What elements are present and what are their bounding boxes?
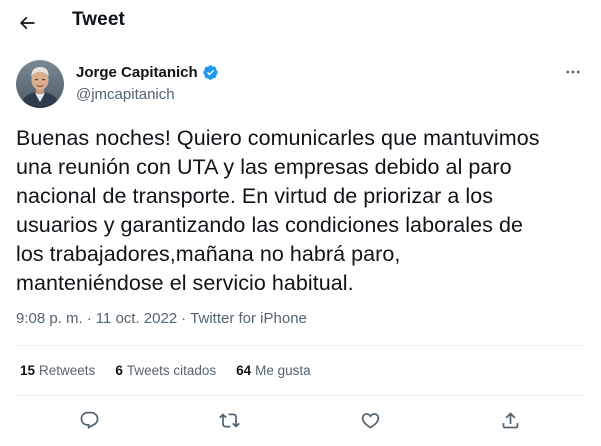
retweets-stat[interactable]: 15 Retweets	[20, 363, 95, 378]
quote-tweets-stat[interactable]: 6 Tweets citados	[115, 363, 216, 378]
top-header: Tweet	[0, 0, 601, 45]
tweet-date[interactable]: 11 oct. 2022	[96, 310, 177, 327]
retweet-button[interactable]	[214, 405, 244, 435]
verified-badge-icon	[202, 64, 219, 81]
divider	[16, 345, 585, 346]
heart-icon	[361, 412, 379, 429]
quote-tweets-label: Tweets citados	[126, 363, 217, 378]
author-handle[interactable]: @jmcapitanich	[76, 86, 175, 103]
author-name-row[interactable]: Jorge Capitanich	[76, 64, 219, 81]
more-options-button[interactable]	[561, 60, 585, 84]
reply-button[interactable]	[74, 405, 104, 435]
avatar[interactable]	[16, 60, 64, 108]
reply-icon	[80, 411, 98, 429]
likes-stat[interactable]: 64 Me gusta	[236, 363, 311, 378]
retweet-icon	[218, 412, 240, 428]
share-icon	[502, 411, 518, 428]
page-title: Tweet	[72, 9, 125, 30]
tweet-text: Buenas noches! Quiero comunicarles que m…	[16, 126, 540, 295]
quote-tweets-count: 6	[115, 363, 123, 378]
more-horizontal-icon	[566, 70, 580, 74]
back-button[interactable]	[10, 6, 44, 40]
share-button[interactable]	[495, 405, 525, 435]
tweet-source[interactable]: Twitter for iPhone	[190, 310, 307, 327]
tweet-author: Jorge Capitanich @jmcapitanich	[16, 60, 585, 112]
likes-label: Me gusta	[255, 363, 311, 378]
tweet-meta: 9:08 p. m. · 11 oct. 2022 · Twitter for …	[16, 310, 307, 327]
likes-count: 64	[236, 363, 252, 378]
retweets-count: 15	[20, 363, 36, 378]
tweet-actions	[16, 400, 585, 440]
meta-separator: ·	[86, 310, 92, 327]
tweet-stats: 15 Retweets 6 Tweets citados 64 Me gusta	[20, 363, 331, 378]
retweets-label: Retweets	[39, 363, 96, 378]
like-button[interactable]	[355, 405, 385, 435]
divider	[16, 395, 585, 396]
meta-separator: ·	[181, 310, 187, 327]
avatar-image	[16, 60, 64, 108]
tweet-time[interactable]: 9:08 p. m.	[16, 310, 83, 327]
author-name: Jorge Capitanich	[76, 64, 198, 81]
arrow-left-icon	[19, 16, 35, 30]
